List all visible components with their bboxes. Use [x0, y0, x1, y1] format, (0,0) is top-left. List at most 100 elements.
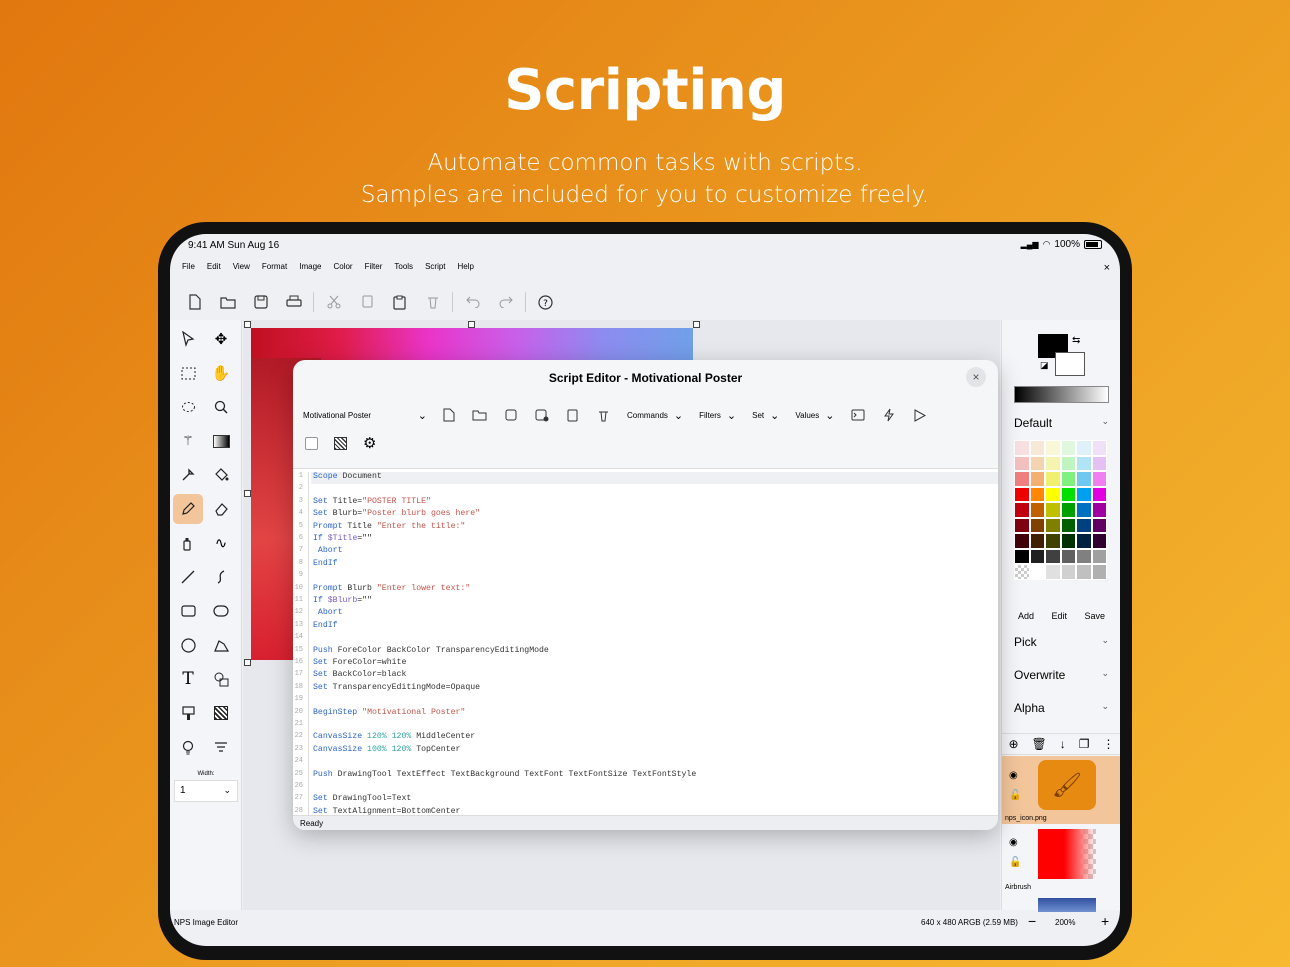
zoom-in-icon[interactable]: + — [1101, 913, 1109, 929]
checkbox[interactable] — [305, 437, 318, 450]
cut-icon[interactable] — [317, 288, 350, 316]
palette-swatch[interactable] — [1029, 486, 1045, 502]
copy-icon[interactable] — [350, 288, 383, 316]
palette-swatch[interactable] — [1045, 517, 1061, 533]
reset-colors-icon[interactable]: ◪ — [1040, 360, 1049, 371]
palette-swatch[interactable] — [1060, 502, 1076, 518]
close-icon[interactable]: × — [966, 367, 986, 387]
commands-dropdown[interactable]: Commands ⌄ — [619, 409, 691, 422]
rectangle-tool-icon[interactable] — [173, 596, 203, 626]
move-tool-icon[interactable]: ✥ — [206, 324, 236, 354]
menu-image[interactable]: Image — [293, 262, 327, 278]
paste-icon[interactable] — [383, 288, 416, 316]
palette-swatch[interactable] — [1076, 471, 1092, 487]
palette-swatch[interactable] — [1014, 440, 1030, 456]
new-file-icon[interactable] — [178, 288, 211, 316]
palette-swatch[interactable] — [1045, 533, 1061, 549]
palette-swatch[interactable] — [1091, 548, 1107, 564]
width-select[interactable]: 1 ⌄ — [174, 780, 238, 802]
palette-swatch[interactable] — [1060, 548, 1076, 564]
palette-swatch[interactable] — [1014, 486, 1030, 502]
palette-swatch[interactable] — [1029, 533, 1045, 549]
lightning-icon[interactable] — [873, 408, 904, 422]
palette-swatch[interactable] — [1076, 517, 1092, 533]
palette-swatch[interactable] — [1014, 502, 1030, 518]
palette-swatch[interactable] — [1091, 486, 1107, 502]
palette-swatch[interactable] — [1029, 471, 1045, 487]
palette-swatch[interactable] — [1091, 533, 1107, 549]
text-tool-icon[interactable]: T — [173, 664, 203, 694]
palette-swatch[interactable] — [1014, 455, 1030, 471]
stamp-tool-icon[interactable] — [173, 698, 203, 728]
palette-swatch[interactable] — [1076, 564, 1092, 580]
background-color-swatch[interactable] — [1055, 352, 1085, 376]
palette-swatch[interactable] — [1091, 471, 1107, 487]
gear-icon[interactable]: ⚙ — [363, 436, 376, 451]
palette-swatch[interactable] — [1091, 502, 1107, 518]
filter-lines-icon[interactable] — [206, 732, 236, 762]
resize-handle[interactable] — [468, 321, 475, 328]
edit-color-button[interactable]: Edit — [1051, 611, 1067, 621]
menu-edit[interactable]: Edit — [201, 262, 227, 278]
zoom-level[interactable]: 200% — [1055, 918, 1075, 927]
airbrush-tool-icon[interactable] — [173, 528, 203, 558]
eye-icon[interactable]: ◉ — [1009, 837, 1018, 848]
layer-item[interactable]: ◉ 🔓 Airbrush — [1002, 825, 1120, 893]
palette-swatch[interactable] — [1091, 455, 1107, 471]
palette-swatch[interactable] — [1076, 455, 1092, 471]
resize-handle[interactable] — [693, 321, 700, 328]
menu-file[interactable]: File — [176, 262, 201, 278]
smudge-tool-icon[interactable]: ∿ — [206, 528, 236, 558]
delete-icon[interactable] — [416, 288, 449, 316]
save-icon[interactable] — [244, 288, 277, 316]
palette-swatch[interactable] — [1014, 533, 1030, 549]
palette-swatch[interactable] — [1029, 517, 1045, 533]
gradient-tool-icon[interactable] — [206, 426, 236, 456]
ellipse-tool-icon[interactable] — [173, 630, 203, 660]
pattern-icon[interactable] — [334, 437, 347, 450]
add-layer-icon[interactable]: ⊕ — [1008, 737, 1018, 751]
palette-swatch[interactable] — [1076, 533, 1092, 549]
palette-swatch[interactable] — [1060, 486, 1076, 502]
close-icon[interactable]: × — [1104, 262, 1110, 274]
palette-swatch[interactable] — [1029, 548, 1045, 564]
trash-icon[interactable]: 🗑 — [1032, 737, 1047, 751]
resize-handle[interactable] — [244, 490, 251, 497]
palette-swatch[interactable] — [1076, 502, 1092, 518]
color-palette[interactable] — [1014, 440, 1107, 580]
lock-icon[interactable]: 🔓 — [1009, 857, 1021, 868]
eyedropper-tool-icon[interactable] — [173, 460, 203, 490]
filters-dropdown[interactable]: Filters ⌄ — [691, 409, 744, 422]
palette-swatch[interactable] — [1076, 486, 1092, 502]
resize-handle[interactable] — [244, 659, 251, 666]
palette-swatch[interactable] — [1060, 564, 1076, 580]
palette-swatch[interactable] — [1029, 440, 1045, 456]
palette-swatch[interactable] — [1029, 564, 1045, 580]
palette-swatch[interactable] — [1060, 533, 1076, 549]
line-tool-icon[interactable] — [173, 562, 203, 592]
add-color-button[interactable]: Add — [1018, 611, 1034, 621]
palette-swatch[interactable] — [1045, 440, 1061, 456]
swap-colors-icon[interactable]: ⇆ — [1072, 335, 1080, 346]
pencil-tool-icon[interactable] — [173, 494, 203, 524]
menu-color[interactable]: Color — [327, 262, 358, 278]
palette-swatch[interactable] — [1045, 471, 1061, 487]
set-dropdown[interactable]: Set ⌄ — [744, 409, 787, 422]
menu-format[interactable]: Format — [256, 262, 293, 278]
palette-swatch[interactable] — [1060, 440, 1076, 456]
menu-script[interactable]: Script — [419, 262, 451, 278]
copy-icon[interactable] — [557, 409, 588, 422]
script-select[interactable]: Motivational Poster ⌄ — [303, 409, 433, 422]
palette-swatch[interactable] — [1091, 564, 1107, 580]
gradient-preview[interactable] — [1014, 386, 1109, 403]
save-icon[interactable] — [495, 409, 526, 421]
delete-icon[interactable] — [588, 409, 619, 422]
open-folder-icon[interactable] — [211, 288, 244, 316]
hand-tool-icon[interactable]: ✋ — [206, 358, 236, 388]
more-icon[interactable]: ⋮ — [1102, 737, 1114, 751]
pick-dropdown[interactable]: Pick ⌄ — [1014, 635, 1111, 649]
menu-view[interactable]: View — [227, 262, 256, 278]
pattern-tool-icon[interactable] — [206, 698, 236, 728]
menu-help[interactable]: Help — [452, 262, 480, 278]
palette-swatch[interactable] — [1091, 517, 1107, 533]
